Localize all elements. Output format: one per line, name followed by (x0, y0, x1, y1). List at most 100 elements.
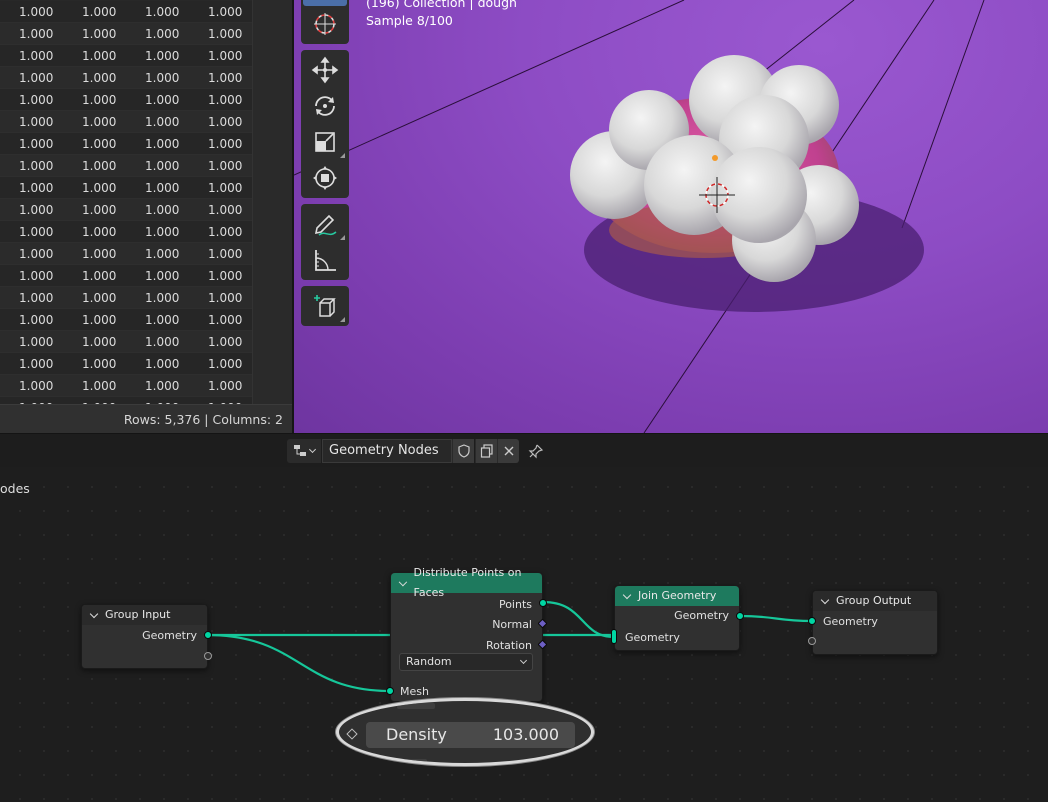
spreadsheet-cell: 1.000 (145, 291, 180, 305)
output-socket-empty[interactable] (204, 652, 212, 660)
chevron-down-icon[interactable] (820, 595, 830, 604)
join-geometry-header: Join Geometry (615, 586, 739, 606)
spreadsheet-cell: 1.000 (126, 397, 189, 404)
density-socket[interactable] (346, 728, 358, 740)
group-output-node[interactable]: Group Output Geometry (808, 590, 938, 655)
output-socket-geometry[interactable] (736, 612, 744, 620)
spreadsheet-row: 1.000 1.000 1.000 1.000 (0, 67, 252, 89)
output-socket-points[interactable] (539, 599, 547, 607)
fake-user-button[interactable] (452, 439, 474, 463)
pin-button[interactable] (525, 439, 547, 463)
socket-label-geometry: Geometry (823, 615, 878, 628)
zoom-highlight: Density 103.000 (336, 698, 594, 766)
viewport-scene (294, 0, 985, 433)
input-socket-geometry[interactable] (808, 617, 816, 625)
input-socket-empty[interactable] (808, 637, 816, 645)
spreadsheet-cell: 1.000 (19, 181, 54, 195)
spreadsheet-cell: 1.000 (19, 115, 54, 129)
move-icon (311, 56, 339, 84)
spreadsheet-cell: 1.000 (145, 115, 180, 129)
rotate-tool[interactable] (303, 88, 347, 124)
spreadsheet-row: 1.000 1.000 1.000 1.000 (0, 265, 252, 287)
chevron-down-icon[interactable] (89, 609, 99, 618)
output-socket-geometry[interactable] (204, 631, 212, 639)
distribute-points-node[interactable]: Distribute Points on Faces Points Normal… (386, 566, 548, 702)
scale-tool[interactable] (303, 124, 347, 160)
spreadsheet-rows: 1.000 1.000 1.000 1.000 1.000 1.000 1.000 1.000… (0, 0, 252, 404)
spreadsheet-cell: 1.000 (208, 335, 243, 349)
spreadsheet-row: 1.000 1.000 1.000 1.000 (0, 221, 252, 243)
3d-viewport[interactable]: (196) Collection | dough Sample 8/100 (294, 0, 1048, 433)
spreadsheet-row: 1.000 1.000 1.000 1.000 (0, 111, 252, 133)
spreadsheet-cell: 1.000 (189, 397, 252, 404)
spreadsheet-cell: 1.000 (82, 137, 117, 151)
input-socket-mesh[interactable] (386, 687, 394, 695)
chevron-down-icon[interactable] (622, 590, 632, 599)
spreadsheet-cell: 1.000 (145, 181, 180, 195)
spreadsheet-row: 1.000 1.000 1.000 1.000 (0, 353, 252, 375)
spreadsheet-cell: 1.000 (82, 269, 117, 283)
unlink-button[interactable] (497, 439, 519, 463)
spreadsheet-cell: 1.000 (0, 397, 63, 404)
annotate-icon (314, 214, 337, 236)
measure-tool[interactable] (303, 242, 347, 278)
spreadsheet-cell: 1.000 (19, 203, 54, 217)
spreadsheet-cell: 1.000 (82, 313, 117, 327)
rotate-icon (315, 96, 335, 116)
add-cube-tool[interactable] (303, 288, 347, 324)
spreadsheet-cell: 1.000 (208, 27, 243, 41)
shield-icon (457, 444, 470, 458)
distribute-method-dropdown[interactable]: Random (399, 653, 533, 671)
socket-label-geometry-input: Geometry (625, 631, 680, 644)
socket-label-mesh: Mesh (400, 685, 429, 698)
annotate-tool[interactable] (303, 206, 347, 242)
spreadsheet-cell: 1.000 (208, 247, 243, 261)
editor-type-dropdown[interactable] (287, 439, 321, 463)
spreadsheet-cell: 1.000 (208, 49, 243, 63)
render-sample-count: Sample 8/100 (366, 13, 453, 28)
duplicate-button[interactable] (475, 439, 497, 463)
spreadsheet-cell: 1.000 (19, 379, 54, 393)
spreadsheet-row: 1.000 1.000 1.000 1.000 (0, 89, 252, 111)
spreadsheet-cell: 1.000 (208, 159, 243, 173)
spreadsheet-row: 1.000 1.000 1.000 1.000 (0, 155, 252, 177)
spreadsheet-cell: 1.000 (145, 5, 180, 19)
spreadsheet-row: 1.000 1.000 1.000 1.000 (0, 133, 252, 155)
spreadsheet-cell: 1.000 (145, 203, 180, 217)
chevron-down-icon (308, 445, 317, 454)
spreadsheet-cell: 1.000 (145, 379, 180, 393)
copy-icon (480, 444, 493, 458)
socket-label-points: Points (498, 598, 532, 611)
spreadsheet-cell: 1.000 (63, 397, 126, 404)
join-geometry-node[interactable]: Join Geometry Geometry Geometry (611, 585, 744, 651)
transform-tool[interactable] (303, 160, 347, 196)
spreadsheet-cell: 1.000 (145, 49, 180, 63)
node-editor-header: Geometry Nodes (0, 433, 1048, 467)
spreadsheet-row: 1.000 1.000 1.000 1.000 (0, 331, 252, 353)
faint-field-above (397, 703, 435, 709)
density-field[interactable]: Density 103.000 (366, 722, 575, 748)
input-socket-geometry-multi[interactable] (611, 629, 617, 644)
node-title: Group Input (105, 608, 171, 621)
spreadsheet-cell: 1.000 (145, 159, 180, 173)
move-tool[interactable] (303, 52, 347, 88)
pin-icon (528, 444, 544, 459)
group-input-node[interactable]: Group Input Geometry (81, 604, 212, 669)
spreadsheet-cell: 1.000 (145, 313, 180, 327)
spreadsheet-cell: 1.000 (82, 71, 117, 85)
spreadsheet-cell: 1.000 (82, 181, 117, 195)
chevron-down-icon[interactable] (398, 577, 407, 586)
cursor-tool[interactable] (303, 6, 347, 42)
spreadsheet-cell: 1.000 (145, 93, 180, 107)
add-cube-icon (314, 295, 336, 317)
spreadsheet-cell: 1.000 (208, 181, 243, 195)
spreadsheet-row: 1.000 1.000 1.000 1.000 (0, 375, 252, 397)
spreadsheet-cell: 1.000 (19, 357, 54, 371)
spreadsheet-cell: 1.000 (208, 71, 243, 85)
spreadsheet-panel: 1.000 1.000 1.000 1.000 1.000 1.000 1.000 1.000… (0, 0, 292, 433)
tool-options-corner (340, 235, 345, 240)
spreadsheet-cell: 1.000 (19, 137, 54, 151)
node-title: Join Geometry (638, 589, 717, 602)
node-tree-icon (294, 445, 306, 456)
node-tree-name-field[interactable]: Geometry Nodes (322, 439, 452, 463)
